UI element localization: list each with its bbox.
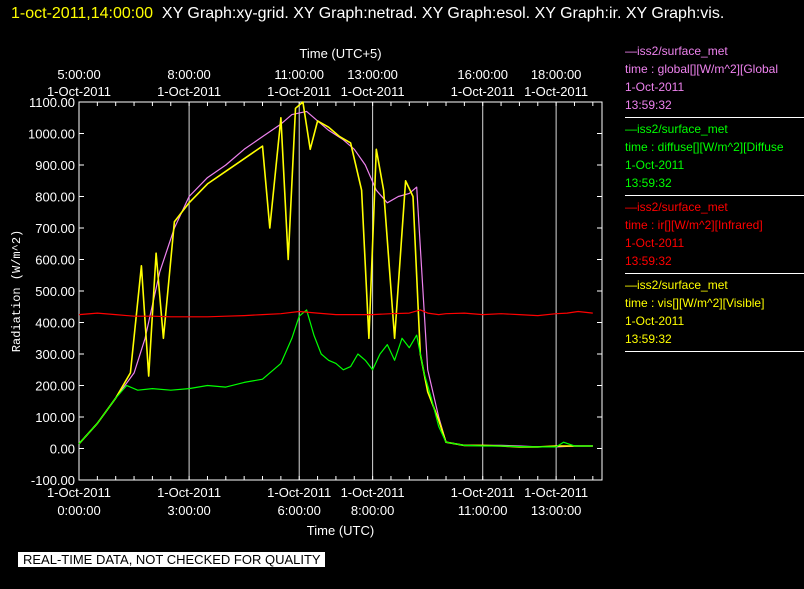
legend-divider	[625, 117, 804, 118]
legend: —iss2/surface_met time : global[][W/m^2]…	[625, 42, 804, 354]
top-axis-title: Time (UTC+5)	[299, 46, 381, 61]
top-tick-time: 13:00:00	[347, 67, 398, 82]
top-tick-time: 18:00:00	[531, 67, 582, 82]
y-tick-label: 600.00	[35, 253, 75, 268]
legend-date: 1-Oct-2011	[625, 80, 685, 94]
y-tick-label: 500.00	[35, 284, 75, 299]
legend-divider	[625, 195, 804, 196]
y-axis-title: Radiation (W/m^2)	[10, 230, 24, 352]
top-tick-date: 1-Oct-2011	[267, 84, 331, 99]
plot-frame	[78, 101, 603, 481]
x-tick-date: 1-Oct-2011	[524, 485, 588, 500]
y-tick-label: 0.00	[50, 442, 75, 457]
x-tick-date: 1-Oct-2011	[451, 485, 515, 500]
top-tick-time: 5:00:00	[57, 67, 100, 82]
legend-entry-vis: —iss2/surface_met time : vis[][W/m^2][Vi…	[625, 276, 804, 348]
legend-field: time : diffuse[][W/m^2][Diffuse	[625, 140, 784, 154]
top-tick-date: 1-Oct-2011	[47, 84, 111, 99]
legend-source: —iss2/surface_met	[625, 44, 728, 58]
quality-disclaimer: REAL-TIME DATA, NOT CHECKED FOR QUALITY	[18, 552, 325, 567]
legend-source: —iss2/surface_met	[625, 278, 728, 292]
legend-entry-diffuse: —iss2/surface_met time : diffuse[][W/m^2…	[625, 120, 804, 192]
legend-field: time : vis[][W/m^2][Visible]	[625, 296, 765, 310]
legend-date: 1-Oct-2011	[625, 314, 685, 328]
top-tick-date: 1-Oct-2011	[451, 84, 515, 99]
y-tick-label: 200.00	[35, 379, 75, 394]
x-tick-time: 3:00:00	[167, 503, 210, 518]
x-tick-date: 1-Oct-2011	[157, 485, 221, 500]
x-tick-time: 8:00:00	[351, 503, 394, 518]
top-tick-time: 16:00:00	[457, 67, 508, 82]
legend-divider	[625, 273, 804, 274]
y-tick-label: 100.00	[35, 410, 75, 425]
y-tick-label: 800.00	[35, 190, 75, 205]
series-line-vis	[78, 101, 593, 448]
series-line-global	[78, 110, 593, 448]
top-tick-time: 8:00:00	[167, 67, 210, 82]
top-tick-date: 1-Oct-2011	[341, 84, 405, 99]
legend-time: 13:59:32	[625, 176, 672, 190]
legend-time: 13:59:32	[625, 254, 672, 268]
legend-field: time : ir[][W/m^2][Infrared]	[625, 218, 763, 232]
top-tick-time: 11:00:00	[274, 67, 324, 82]
legend-date: 1-Oct-2011	[625, 158, 685, 172]
legend-time: 13:59:32	[625, 98, 672, 112]
series-line-ir	[78, 309, 593, 318]
legend-source: —iss2/surface_met	[625, 200, 728, 214]
top-tick-date: 1-Oct-2011	[524, 84, 588, 99]
legend-field: time : global[][W/m^2][Global	[625, 62, 779, 76]
legend-entry-global: —iss2/surface_met time : global[][W/m^2]…	[625, 42, 804, 114]
x-tick-date: 1-Oct-2011	[267, 485, 331, 500]
legend-time: 13:59:32	[625, 332, 672, 346]
y-tick-label: 700.00	[35, 221, 75, 236]
x-tick-time: 6:00:00	[278, 503, 321, 518]
top-tick-date: 1-Oct-2011	[157, 84, 221, 99]
y-tick-label: 900.00	[35, 158, 75, 173]
legend-divider	[625, 351, 804, 352]
legend-entry-ir: —iss2/surface_met time : ir[][W/m^2][Inf…	[625, 198, 804, 270]
x-tick-time: 0:00:00	[57, 503, 100, 518]
legend-date: 1-Oct-2011	[625, 236, 685, 250]
x-tick-date: 1-Oct-2011	[47, 485, 111, 500]
y-tick-label: 300.00	[35, 347, 75, 362]
x-axis-title: Time (UTC)	[307, 523, 374, 538]
y-tick-label: 1000.00	[28, 127, 75, 142]
x-tick-time: 11:00:00	[458, 503, 508, 518]
x-tick-time: 13:00:00	[531, 503, 582, 518]
y-tick-label: 400.00	[35, 316, 75, 331]
series-line-diffuse	[78, 309, 593, 448]
legend-source: —iss2/surface_met	[625, 122, 728, 136]
x-tick-date: 1-Oct-2011	[341, 485, 405, 500]
